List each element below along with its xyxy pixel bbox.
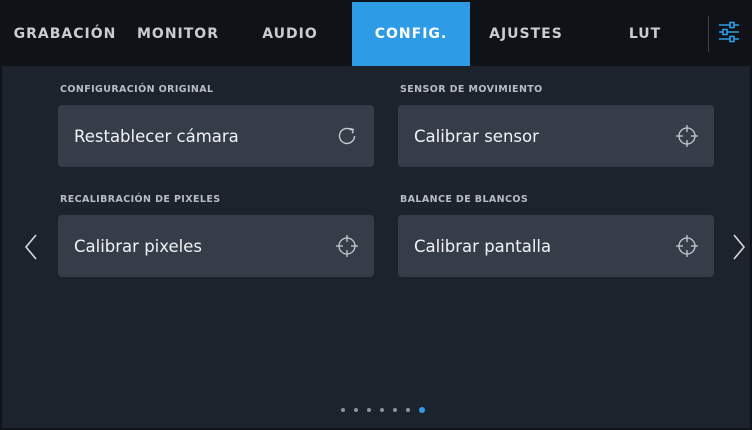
- next-page-arrow[interactable]: [728, 230, 750, 264]
- section-label-sensor-movimiento: SENSOR DE MOVIMIENTO: [400, 84, 543, 95]
- section-label-configuracion-original: CONFIGURACIÓN ORIGINAL: [60, 84, 214, 95]
- tab-grabacion[interactable]: GRABACIÓN: [2, 2, 128, 66]
- page-dot[interactable]: [380, 408, 384, 412]
- section-label-balance-blancos: BALANCE DE BLANCOS: [400, 194, 529, 205]
- tab-config[interactable]: CONFIG.: [352, 2, 470, 66]
- section-label-recalibracion-pixeles: RECALIBRACIÓN DE PIXELES: [60, 194, 221, 205]
- tab-monitor[interactable]: MONITOR: [128, 2, 228, 66]
- calibrate-display-button[interactable]: Calibrar pantalla: [398, 215, 714, 277]
- page-dot[interactable]: [367, 408, 371, 412]
- crosshair-icon: [334, 233, 360, 259]
- crosshair-icon: [674, 123, 700, 149]
- previous-page-arrow[interactable]: [20, 230, 42, 264]
- tab-lut[interactable]: LUT: [582, 2, 708, 66]
- camera-settings-screen: GRABACIÓN MONITOR AUDIO CONFIG. AJUSTES …: [2, 2, 750, 428]
- page-dot[interactable]: [354, 408, 358, 412]
- reset-camera-button[interactable]: Restablecer cámara: [58, 105, 374, 167]
- calibrate-pixels-button[interactable]: Calibrar pixeles: [58, 215, 374, 277]
- page-dot-active[interactable]: [419, 407, 425, 413]
- page-dot[interactable]: [341, 408, 345, 412]
- page-indicator: [341, 407, 425, 413]
- crosshair-icon: [674, 233, 700, 259]
- calibrate-sensor-button[interactable]: Calibrar sensor: [398, 105, 714, 167]
- reset-icon: [334, 123, 360, 149]
- sliders-icon: [718, 21, 740, 47]
- calibrate-sensor-label: Calibrar sensor: [414, 126, 539, 146]
- menu-button[interactable]: [709, 2, 749, 66]
- tab-audio[interactable]: AUDIO: [228, 2, 352, 66]
- tab-bar: GRABACIÓN MONITOR AUDIO CONFIG. AJUSTES …: [2, 2, 750, 66]
- reset-camera-label: Restablecer cámara: [74, 126, 239, 146]
- page-dot[interactable]: [406, 408, 410, 412]
- calibrate-display-label: Calibrar pantalla: [414, 236, 552, 256]
- calibrate-pixels-label: Calibrar pixeles: [74, 236, 202, 256]
- page-dot[interactable]: [393, 408, 397, 412]
- tab-ajustes[interactable]: AJUSTES: [470, 2, 582, 66]
